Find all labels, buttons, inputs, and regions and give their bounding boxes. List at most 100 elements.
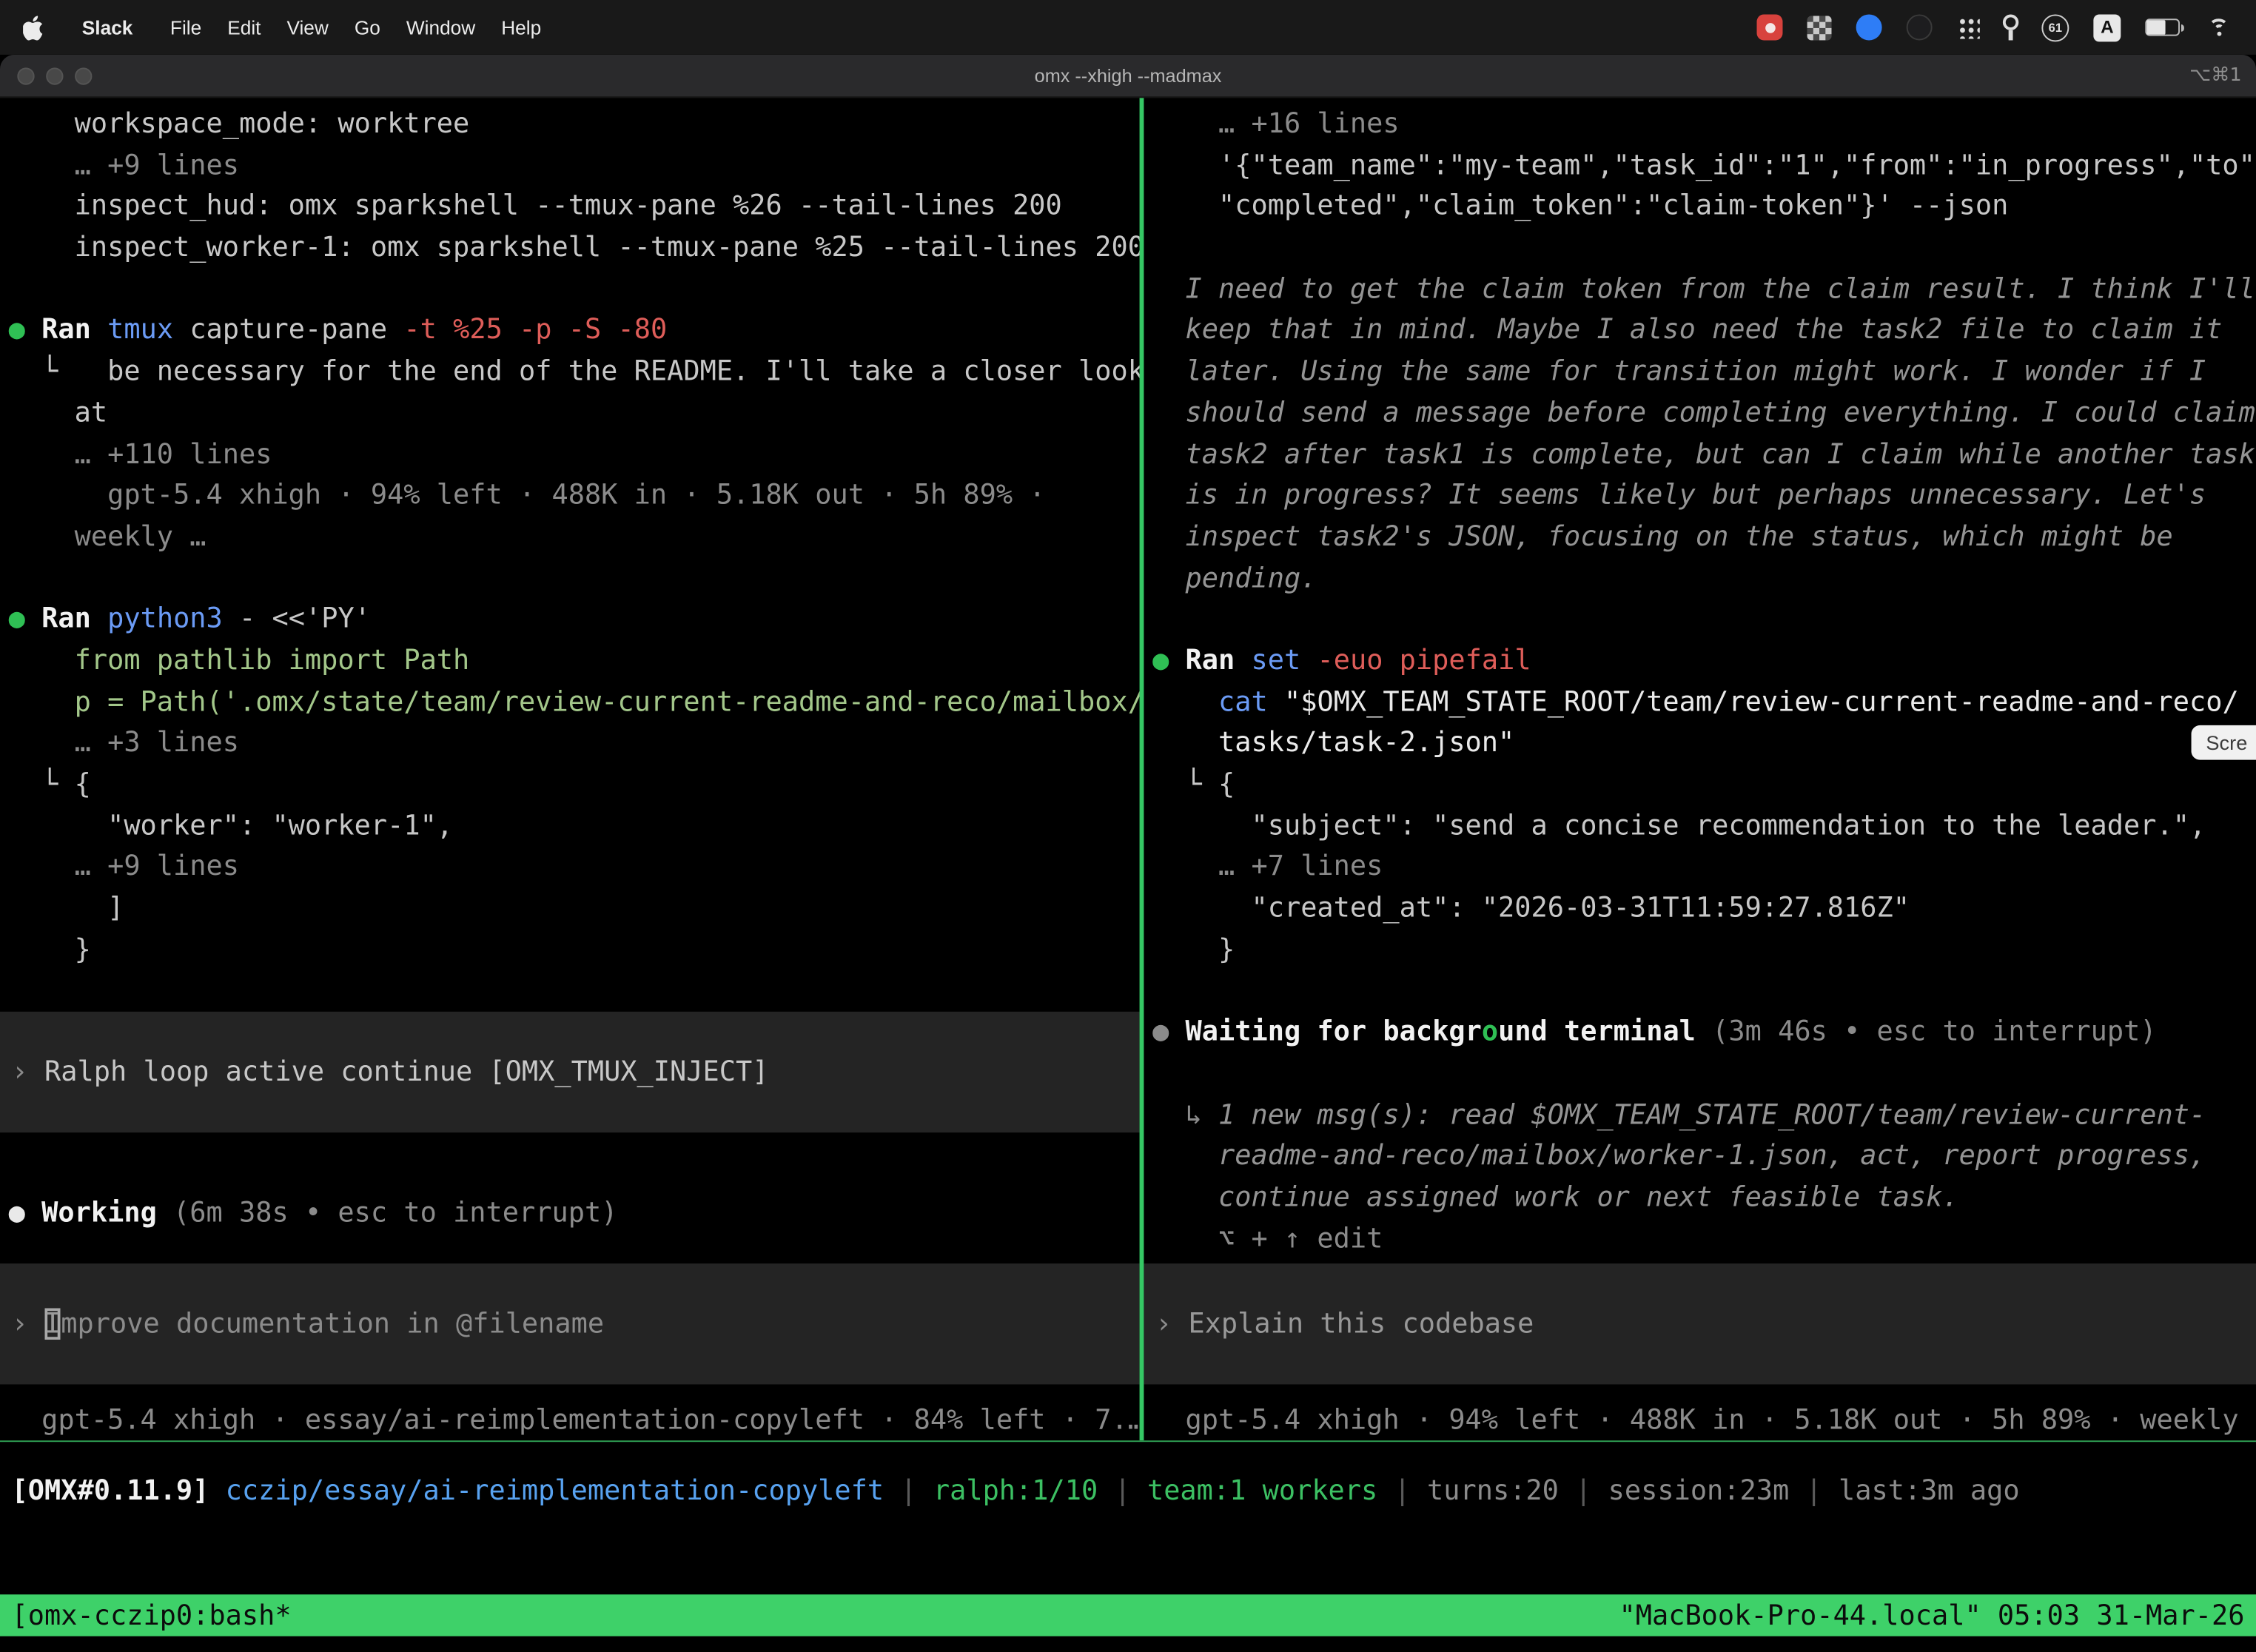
terminal-line: └ { xyxy=(1144,764,2256,805)
text-segment: Waiting for backgr xyxy=(1186,1016,1482,1048)
text-segment: -t %25 -p -S -80 xyxy=(403,315,667,346)
terminal-line: '{"team_name":"my-team","task_id":"1","f… xyxy=(1144,145,2256,187)
text-segment: } xyxy=(1152,933,1235,965)
left-terminal-pane[interactable]: workspace_mode: worktree … +9 lines insp… xyxy=(0,98,1140,1440)
terminal-line: ● Ran python3 - <<'PY' xyxy=(0,599,1140,640)
text-segment: cczip/essay/ai-reimplementation-copyleft xyxy=(226,1475,884,1507)
menu-item-window[interactable]: Window xyxy=(393,16,488,38)
terminal-line xyxy=(1144,970,2256,1012)
text-segment: is in progress? It seems likely but perh… xyxy=(1152,480,2206,511)
menu-bar-status-icons: 61 A xyxy=(1757,13,2233,41)
terminal-line: … +9 lines xyxy=(0,847,1140,888)
terminal-line: weekly … xyxy=(0,517,1140,558)
minimize-button[interactable] xyxy=(46,67,63,84)
terminal-line: inspect_hud: omx sparkshell --tmux-pane … xyxy=(0,187,1140,228)
close-button[interactable] xyxy=(17,67,34,84)
text-segment: … +9 lines xyxy=(9,150,239,181)
text-segment: readme-and-reco/mailbox/worker-1.json, a… xyxy=(1152,1140,2206,1172)
badge-61-icon[interactable]: 61 xyxy=(2041,13,2069,41)
terminal-line: └ be necessary for the end of the README… xyxy=(0,352,1140,393)
menu-item-help[interactable]: Help xyxy=(489,16,554,38)
text-segment: capture-pane xyxy=(189,315,403,346)
menu-item-go[interactable]: Go xyxy=(341,16,393,38)
text-segment: "$OMX_TEAM_STATE_ROOT/team/review-curren… xyxy=(1284,686,2239,718)
text-segment: ● xyxy=(9,603,41,635)
right-terminal-pane[interactable]: … +16 lines '{"team_name":"my-team","tas… xyxy=(1144,98,2256,1440)
active-app-name[interactable]: Slack xyxy=(69,16,146,38)
terminal-line: gpt-5.4 xhigh · 94% left · 488K in · 5.1… xyxy=(1144,1400,2256,1440)
text-segment: I xyxy=(44,1308,61,1340)
text-segment: tasks/task-2.json" xyxy=(1152,727,1514,759)
menu-item-view[interactable]: View xyxy=(274,16,341,38)
horizontal-divider xyxy=(0,1440,2256,1442)
menu-item-edit[interactable]: Edit xyxy=(215,16,274,38)
text-segment: | xyxy=(884,1475,933,1507)
text-segment: python3 xyxy=(107,603,239,635)
spacer xyxy=(0,1235,1140,1263)
text-segment: "created_at": "2026-03-31T11:59:27.816Z" xyxy=(1152,893,1910,924)
battery-icon[interactable] xyxy=(2145,19,2180,36)
text-segment: workspace_mode: worktree xyxy=(9,108,470,140)
tmux-session-label: [omx-cczip0:bash* xyxy=(12,1599,292,1631)
text-segment: task2 after task1 is complete, but can I… xyxy=(1152,438,2255,470)
key-icon[interactable] xyxy=(2004,13,2017,41)
prompt-suggestion[interactable]: › Improve documentation in @filename xyxy=(0,1263,1140,1384)
text-segment: [OMX#0.11.9] xyxy=(12,1475,209,1507)
text-segment: turns:20 xyxy=(1427,1475,1559,1507)
text-segment: └ be necessary for the end of the README… xyxy=(9,355,1140,387)
terminal-line: inspect_worker-1: omx sparkshell --tmux-… xyxy=(0,227,1140,269)
checkerboard-icon[interactable] xyxy=(1807,15,1832,39)
text-segment xyxy=(1152,686,1218,718)
prompt-suggestion[interactable]: › Ralph loop active continue [OMX_TMUX_I… xyxy=(0,1012,1140,1132)
blue-app-icon[interactable] xyxy=(1856,14,1882,40)
omx-status-line: [OMX#0.11.9] cczip/essay/ai-reimplementa… xyxy=(12,1471,2245,1512)
terminal-line: I need to get the claim token from the c… xyxy=(1144,269,2256,310)
text-segment xyxy=(209,1475,225,1507)
terminal-line xyxy=(1144,599,2256,640)
wifi-icon[interactable] xyxy=(2204,16,2233,38)
terminal-line: should send a message before completing … xyxy=(1144,392,2256,434)
menu-item-file[interactable]: File xyxy=(157,16,214,38)
text-segment: set xyxy=(1252,645,1317,676)
screen: Slack FileEditViewGoWindowHelp 61 A omx -… xyxy=(0,0,2256,1652)
text-segment: inspect_hud: omx sparkshell --tmux-pane … xyxy=(9,190,1062,222)
text-segment: mprove documentation in @filename xyxy=(61,1308,604,1340)
screen-recording-icon[interactable] xyxy=(1757,14,1783,40)
text-segment: ● xyxy=(9,1198,41,1229)
macos-menu-bar: Slack FileEditViewGoWindowHelp 61 A xyxy=(0,0,2256,55)
keyboard-layout-icon[interactable]: A xyxy=(2093,13,2121,41)
zoom-button[interactable] xyxy=(75,67,92,84)
text-segment: at xyxy=(9,397,107,429)
terminal-line: workspace_mode: worktree xyxy=(0,104,1140,145)
terminal-line: ● Ran set -euo pipefail xyxy=(1144,640,2256,682)
text-segment: cat xyxy=(1218,686,1284,718)
text-segment: weekly … xyxy=(9,521,207,553)
screenshot-tooltip[interactable]: Scre xyxy=(2192,725,2256,760)
window-title-bar[interactable]: omx --xhigh --madmax ⌥⌘1 xyxy=(0,55,2256,98)
text-segment: › xyxy=(1155,1309,1188,1340)
apple-menu-icon[interactable] xyxy=(23,15,43,39)
text-segment: … +3 lines xyxy=(9,727,239,759)
text-segment: later. Using the same for transition mig… xyxy=(1152,355,2206,387)
terminal-line: └ { xyxy=(0,764,1140,805)
text-segment: "completed","claim_token":"claim-token"}… xyxy=(1152,190,2008,222)
text-segment: o xyxy=(1482,1016,1498,1048)
terminal-line: ● Working (6m 38s • esc to interrupt) xyxy=(0,1193,1140,1235)
terminal-line xyxy=(1144,227,2256,269)
text-segment: should send a message before completing … xyxy=(1152,397,2255,429)
prompt-suggestion[interactable]: › Explain this codebase xyxy=(1144,1264,2256,1385)
text-segment: | xyxy=(1377,1475,1427,1507)
text-segment: ⌥ + ↑ edit xyxy=(1152,1223,1383,1255)
text-segment: und terminal xyxy=(1498,1016,1696,1048)
text-segment: Ran xyxy=(41,603,107,635)
text-segment: | xyxy=(1789,1475,1839,1507)
tmux-host-clock: "MacBook-Pro-44.local" 05:03 31-Mar-26 xyxy=(1619,1599,2244,1631)
text-segment: ] xyxy=(9,893,124,924)
text-segment: └ { xyxy=(1152,768,1235,800)
terminal-line: ● Ran tmux capture-pane -t %25 -p -S -80 xyxy=(0,310,1140,352)
text-segment: └ { xyxy=(9,768,91,800)
terminal-line: "completed","claim_token":"claim-token"}… xyxy=(1144,187,2256,228)
terminal-line: tasks/task-2.json" xyxy=(1144,723,2256,765)
app-grid-icon[interactable] xyxy=(1957,16,1980,38)
dark-app-icon[interactable] xyxy=(1907,14,1933,40)
